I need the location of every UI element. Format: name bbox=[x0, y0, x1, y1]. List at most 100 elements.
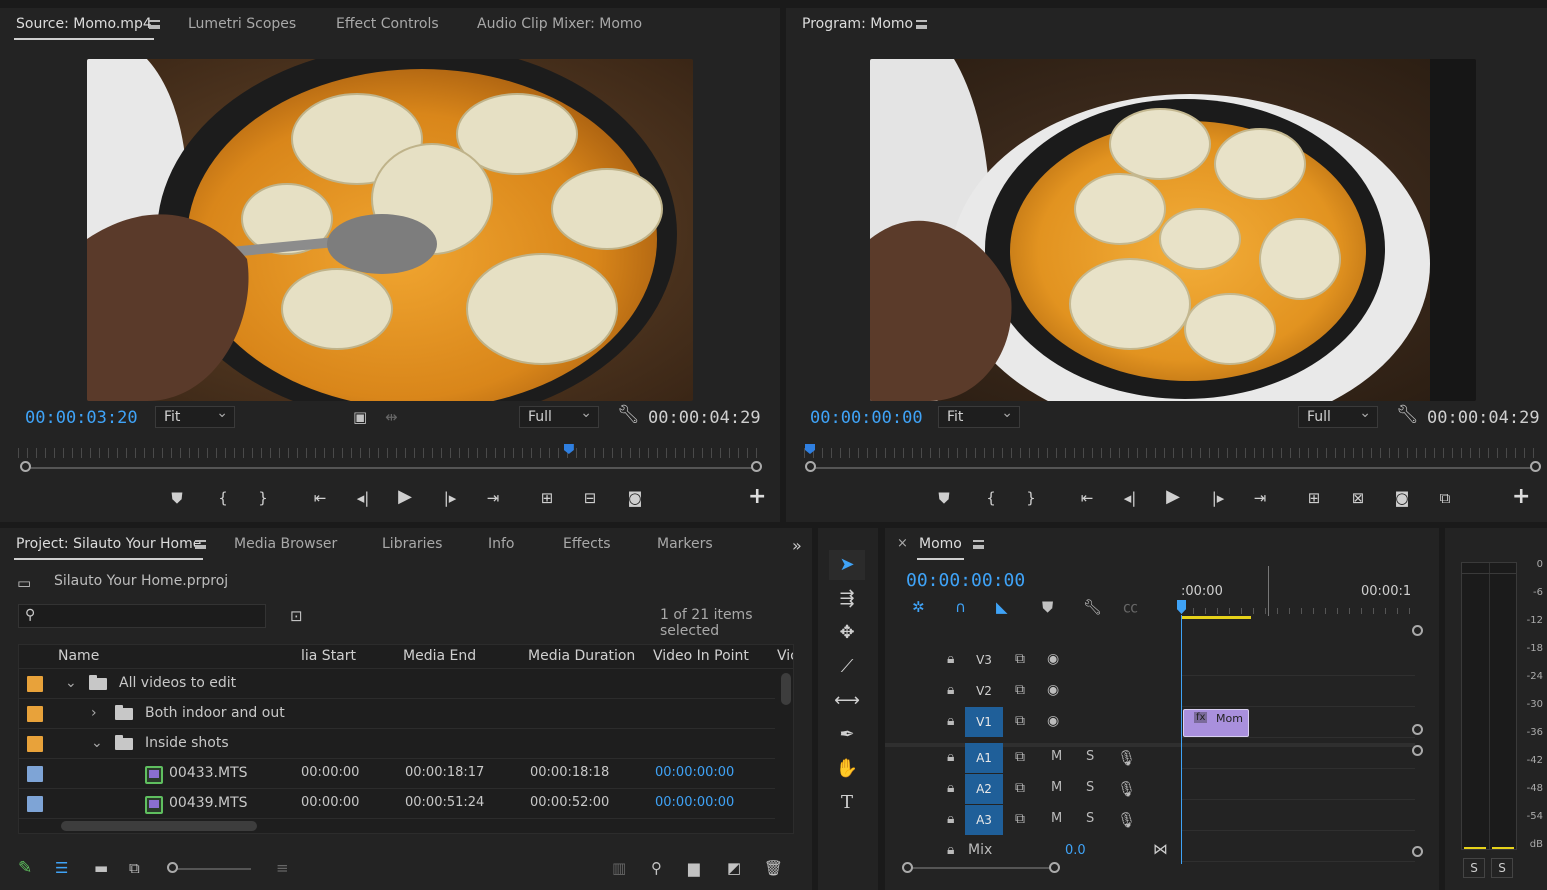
mark-out-icon[interactable]: } bbox=[250, 488, 276, 508]
program-go-to-out-icon[interactable]: ⇥ bbox=[1247, 488, 1273, 508]
solo-button[interactable]: S bbox=[1086, 780, 1094, 795]
mic-icon[interactable]: 🎙︎ bbox=[1117, 811, 1136, 829]
lock-icon[interactable]: 🔒︎ bbox=[947, 682, 954, 698]
extract-icon[interactable]: ⊠ bbox=[1345, 488, 1371, 508]
track-label-v2[interactable]: V2 bbox=[965, 676, 1003, 706]
tab-lumetri-scopes[interactable]: Lumetri Scopes bbox=[188, 16, 296, 32]
eye-icon[interactable]: ◉ bbox=[1047, 682, 1059, 698]
label-color-swatch[interactable] bbox=[27, 706, 43, 722]
drag-audio-icon[interactable]: ⇹ bbox=[385, 408, 398, 426]
label-color-swatch[interactable] bbox=[27, 736, 43, 752]
solo-button[interactable]: S bbox=[1086, 749, 1094, 764]
program-mark-in-icon[interactable]: { bbox=[978, 488, 1004, 508]
tab-libraries[interactable]: Libraries bbox=[382, 536, 442, 552]
slip-tool[interactable]: ⟷ bbox=[829, 686, 865, 716]
program-add-marker-icon[interactable]: ⛊ bbox=[931, 488, 957, 508]
mix-value[interactable]: 0.0 bbox=[1065, 843, 1086, 858]
collapse-chevron-icon[interactable]: ⌄ bbox=[91, 735, 103, 751]
settings-wrench-icon[interactable]: 🔧︎ bbox=[617, 406, 640, 424]
sync-lock-icon[interactable]: ⧉ bbox=[1015, 682, 1025, 698]
project-menu-icon[interactable] bbox=[195, 540, 206, 549]
source-scrub-track[interactable] bbox=[25, 467, 755, 469]
program-zoom-dropdown[interactable]: Fit bbox=[938, 405, 1020, 428]
tab-media-browser[interactable]: Media Browser bbox=[234, 536, 337, 552]
eye-icon[interactable]: ◉ bbox=[1047, 713, 1059, 729]
sync-lock-icon[interactable]: ⧉ bbox=[1015, 811, 1025, 827]
clip-row[interactable]: 00433.MTS 00:00:00 00:00:18:17 00:00:18:18 0… bbox=[19, 759, 775, 789]
col-media-duration[interactable]: Media Duration bbox=[528, 648, 635, 664]
program-time-ruler[interactable] bbox=[804, 448, 1534, 462]
audio-scroll-top[interactable] bbox=[1412, 745, 1423, 756]
bin-row[interactable]: ⌄ All videos to edit bbox=[19, 669, 775, 699]
program-go-to-in-icon[interactable]: ⇤ bbox=[1074, 488, 1100, 508]
selection-tool[interactable]: ➤ bbox=[829, 550, 865, 580]
insert-icon[interactable]: ⊞ bbox=[534, 488, 560, 508]
timeline-hscroll-track[interactable] bbox=[907, 867, 1057, 869]
timeline-menu-icon[interactable] bbox=[973, 540, 984, 549]
eye-icon[interactable]: ◉ bbox=[1047, 651, 1059, 667]
zoom-slider-track[interactable] bbox=[176, 868, 251, 870]
timeline-hscroll-left[interactable] bbox=[902, 862, 913, 873]
program-menu-icon[interactable] bbox=[916, 20, 927, 29]
source-zoom-dropdown[interactable]: Fit bbox=[155, 405, 235, 428]
hand-tool[interactable]: ✋ bbox=[829, 754, 865, 784]
program-button-editor-icon[interactable]: + bbox=[1512, 484, 1530, 509]
project-search-box[interactable]: ⚲ bbox=[18, 604, 266, 628]
col-video-in-point[interactable]: Video In Point bbox=[653, 648, 749, 664]
program-export-frame-icon[interactable]: ◙ bbox=[1389, 488, 1415, 508]
work-area-bar[interactable] bbox=[1181, 616, 1251, 619]
linked-selection-icon[interactable]: ◣ bbox=[996, 598, 1008, 616]
col-name[interactable]: Name bbox=[58, 648, 99, 664]
lock-icon[interactable]: 🔒︎ bbox=[947, 842, 954, 858]
sort-icon[interactable]: ≡ bbox=[276, 859, 289, 877]
label-color-swatch[interactable] bbox=[27, 676, 43, 692]
mute-button[interactable]: M bbox=[1051, 749, 1062, 764]
track-label-v1[interactable]: V1 bbox=[965, 707, 1003, 737]
freeform-view-icon[interactable]: ⧉ bbox=[129, 859, 140, 877]
source-menu-icon[interactable] bbox=[149, 20, 160, 29]
new-bin-icon[interactable]: ▆ bbox=[688, 859, 700, 877]
overwrite-icon[interactable]: ⊟ bbox=[577, 488, 603, 508]
program-zoom-right-handle[interactable] bbox=[1530, 461, 1541, 472]
expand-chevron-icon[interactable]: › bbox=[91, 705, 97, 721]
source-resolution-dropdown[interactable]: Full bbox=[519, 405, 599, 428]
audio-scroll-bottom[interactable] bbox=[1412, 846, 1423, 857]
lock-icon[interactable]: 🔒︎ bbox=[947, 651, 954, 667]
trash-icon[interactable]: 🗑︎ bbox=[764, 859, 783, 877]
mark-in-icon[interactable]: { bbox=[210, 488, 236, 508]
new-search-bin-icon[interactable]: ⊡ bbox=[290, 607, 303, 625]
mic-icon[interactable]: 🎙︎ bbox=[1117, 780, 1136, 798]
source-video-frame[interactable] bbox=[87, 59, 693, 401]
type-tool[interactable]: T bbox=[829, 788, 865, 818]
program-video-frame[interactable] bbox=[870, 59, 1476, 401]
timeline-ruler[interactable]: :00:00 00:00:1 bbox=[1181, 566, 1417, 620]
col-media-end[interactable]: Media End bbox=[403, 648, 476, 664]
add-marker-icon[interactable]: ⛊ bbox=[164, 488, 190, 508]
zoom-slider-knob[interactable] bbox=[167, 862, 178, 873]
tab-project[interactable]: Project: Silauto Your Home bbox=[13, 536, 204, 560]
timeline-hscroll-right[interactable] bbox=[1049, 862, 1060, 873]
snap-magnet-icon[interactable]: ∩ bbox=[955, 598, 966, 616]
program-resolution-dropdown[interactable]: Full bbox=[1298, 405, 1378, 428]
film-strip-icon[interactable]: ▣ bbox=[353, 408, 367, 426]
video-in-point-cell[interactable]: 00:00:00:00 bbox=[655, 765, 734, 780]
solo-left-button[interactable]: S bbox=[1463, 858, 1485, 878]
lock-icon[interactable]: 🔒︎ bbox=[947, 749, 954, 765]
timeline-timecode[interactable]: 00:00:00:00 bbox=[906, 570, 1025, 591]
label-color-swatch[interactable] bbox=[27, 796, 43, 812]
new-item-icon[interactable]: ◩ bbox=[727, 859, 741, 877]
step-forward-icon[interactable]: |▸ bbox=[437, 488, 463, 508]
pencil-icon[interactable]: ✎ bbox=[18, 859, 32, 877]
tab-audio-clip-mixer[interactable]: Audio Clip Mixer: Momo bbox=[477, 16, 642, 32]
find-icon[interactable]: ⚲ bbox=[651, 859, 662, 877]
mix-bowtie-icon[interactable]: ⋈ bbox=[1153, 840, 1168, 858]
program-step-forward-icon[interactable]: |▸ bbox=[1205, 488, 1231, 508]
track-select-tool[interactable]: ⇶ bbox=[829, 584, 865, 614]
sync-lock-icon[interactable]: ⧉ bbox=[1015, 713, 1025, 729]
tab-sequence-momo[interactable]: Momo bbox=[917, 536, 964, 560]
timeline-marker-icon[interactable]: ⛊ bbox=[1042, 598, 1053, 616]
lock-icon[interactable]: 🔒︎ bbox=[947, 811, 954, 827]
source-time-ruler[interactable] bbox=[18, 448, 762, 462]
timeline-settings-wrench-icon[interactable]: 🔧︎ bbox=[1083, 598, 1102, 616]
program-settings-wrench-icon[interactable]: 🔧︎ bbox=[1396, 406, 1419, 424]
